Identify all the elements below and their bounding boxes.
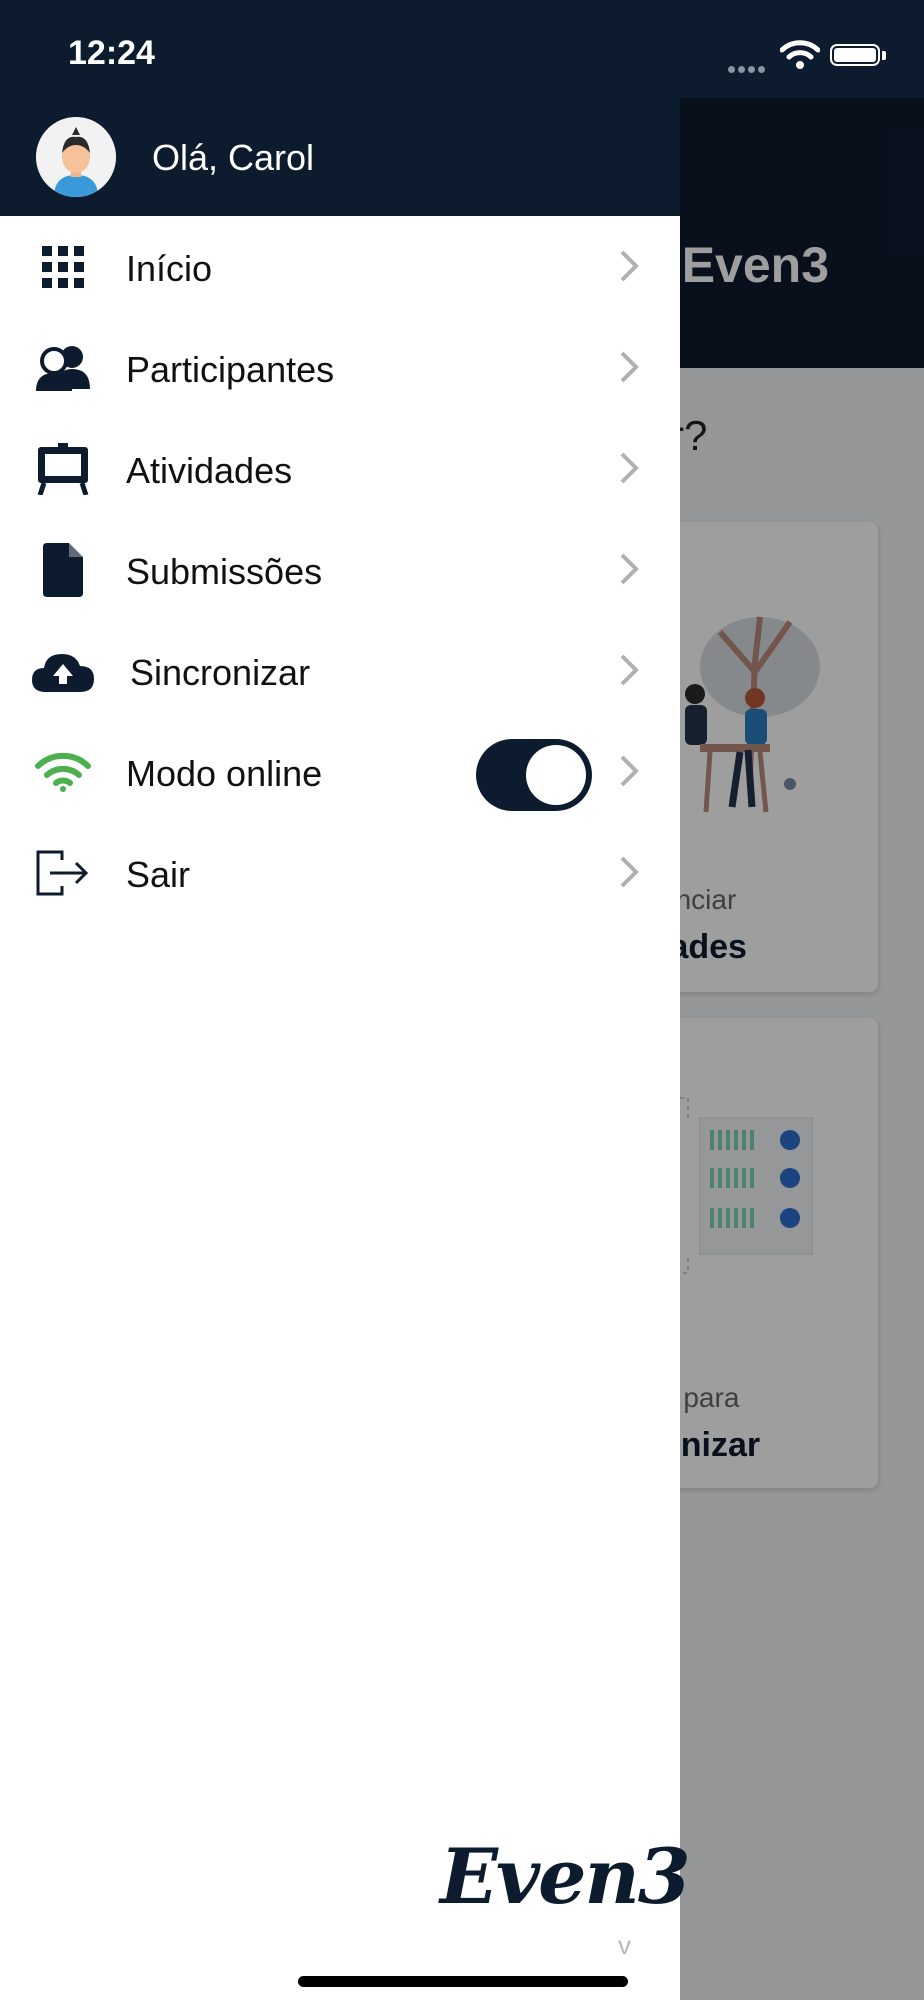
greeting-text: Olá, Carol [152, 137, 315, 178]
menu-label: Modo online [126, 753, 323, 794]
status-bar: 12:24 [0, 0, 924, 98]
status-time: 12:24 [68, 34, 155, 72]
menu-label: Sincronizar [130, 652, 311, 693]
menu-label: Sair [126, 854, 191, 895]
menu-item-sair[interactable]: Sair [0, 822, 680, 923]
wifi-icon [30, 747, 96, 797]
menu-item-inicio[interactable]: Início [0, 216, 680, 317]
menu-item-atividades[interactable]: Atividades [0, 418, 680, 519]
toggle-knob [526, 745, 586, 805]
document-icon [30, 543, 96, 597]
people-icon [30, 343, 96, 393]
menu-item-modo-online[interactable]: Modo online [0, 721, 680, 822]
avatar[interactable] [36, 117, 116, 197]
user-avatar-icon [36, 117, 116, 197]
cloud-upload-icon [30, 646, 96, 696]
home-indicator[interactable] [298, 1976, 628, 1987]
chevron-right-icon [620, 452, 639, 484]
menu-item-sincronizar[interactable]: Sincronizar [0, 620, 680, 721]
chevron-right-icon [620, 351, 639, 383]
drawer-header: Olá, Carol [0, 98, 680, 216]
drawer-menu: Início Participantes Atividades Submissõ… [0, 216, 680, 923]
battery-icon [830, 44, 880, 66]
menu-label: Atividades [126, 450, 293, 491]
version-label: v [618, 1930, 631, 1960]
menu-label: Submissões [126, 551, 323, 592]
navigation-drawer: Olá, Carol Início Participantes Atividad… [0, 0, 691, 2000]
chevron-right-icon [620, 654, 639, 686]
chevron-right-icon [620, 856, 639, 888]
chevron-right-icon [620, 755, 639, 787]
chevron-right-icon [620, 250, 639, 282]
even3-logo: Even3 [440, 1832, 691, 1921]
chevron-right-icon [620, 553, 639, 585]
wifi-status-icon [780, 40, 820, 69]
menu-item-submissoes[interactable]: Submissões [0, 519, 680, 620]
menu-label: Início [126, 248, 213, 289]
online-mode-toggle[interactable] [476, 739, 592, 811]
cellular-signal-icon [728, 60, 768, 78]
grid-icon [30, 242, 96, 292]
logout-icon [30, 848, 96, 898]
presentation-board-icon [30, 443, 96, 495]
battery-tip [882, 51, 886, 60]
menu-item-participantes[interactable]: Participantes [0, 317, 680, 418]
menu-label: Participantes [126, 349, 335, 390]
